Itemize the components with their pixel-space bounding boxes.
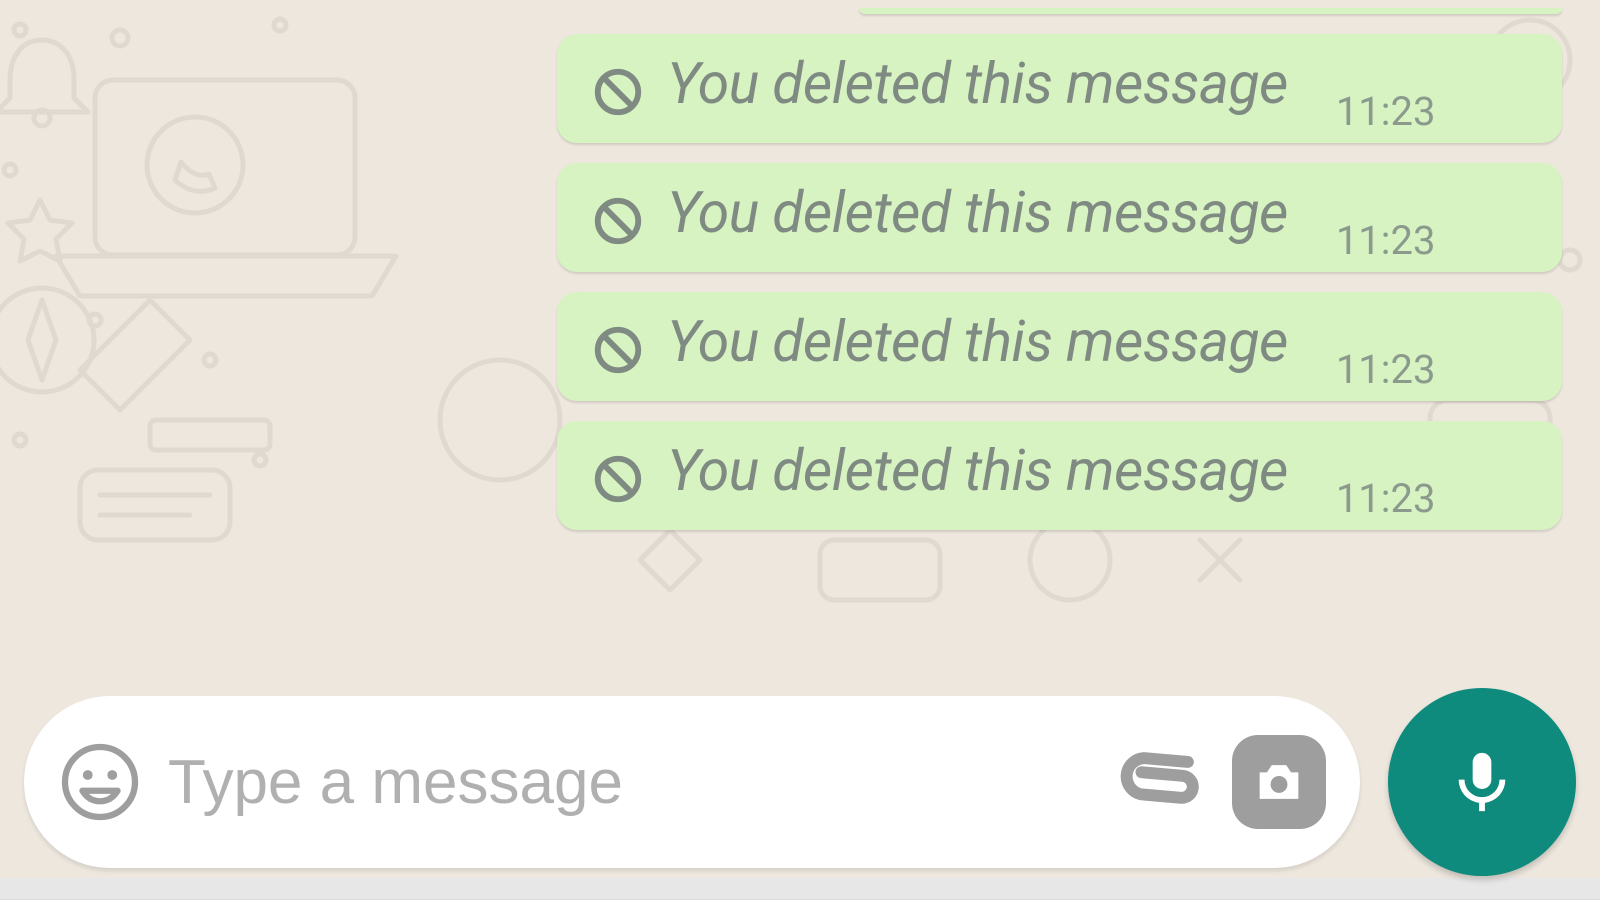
- message-bubble[interactable]: You deleted this message 11:23: [557, 34, 1562, 143]
- deleted-message-text: You deleted this message: [667, 441, 1288, 501]
- microphone-icon: [1447, 747, 1517, 817]
- blocked-icon: [591, 65, 645, 119]
- deleted-message-text: You deleted this message: [667, 183, 1288, 243]
- message-timestamp: 11:23: [1336, 475, 1436, 522]
- composer-row: [24, 688, 1576, 876]
- camera-icon[interactable]: [1232, 735, 1326, 829]
- deleted-message-text: You deleted this message: [667, 312, 1288, 372]
- deleted-message-text: You deleted this message: [667, 54, 1288, 114]
- message-composer: [24, 696, 1360, 868]
- attach-icon[interactable]: [1120, 738, 1208, 826]
- message-bubble[interactable]: You deleted this message 11:23: [557, 421, 1562, 530]
- message-bubble[interactable]: You deleted this message 11:23: [557, 292, 1562, 401]
- message-bubble[interactable]: You deleted this message 11:23: [557, 163, 1562, 272]
- blocked-icon: [591, 194, 645, 248]
- blocked-icon: [591, 323, 645, 377]
- voice-record-button[interactable]: [1388, 688, 1576, 876]
- chat-message-list: You deleted this message 11:23 You delet…: [0, 0, 1600, 782]
- footer-strip: [0, 878, 1600, 900]
- blocked-icon: [591, 452, 645, 506]
- message-timestamp: 11:23: [1336, 88, 1436, 135]
- emoji-icon[interactable]: [58, 740, 142, 824]
- message-bubble-partial[interactable]: [859, 8, 1562, 14]
- message-timestamp: 11:23: [1336, 217, 1436, 264]
- message-input[interactable]: [166, 746, 1096, 819]
- message-timestamp: 11:23: [1336, 346, 1436, 393]
